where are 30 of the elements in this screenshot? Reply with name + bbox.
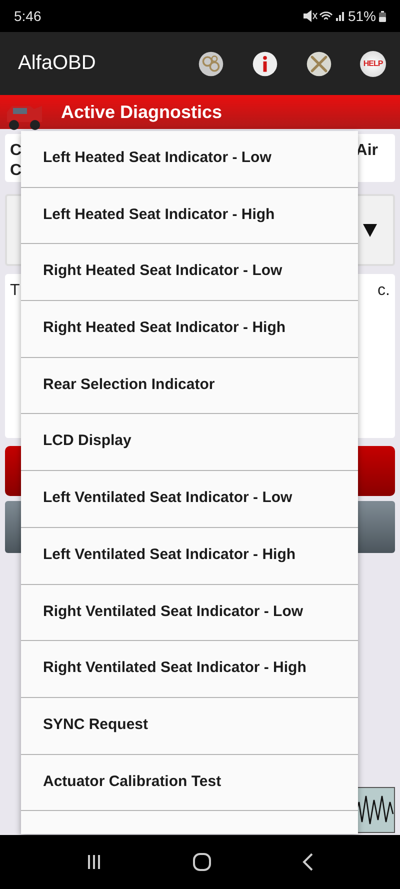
help-button[interactable]: HELP xyxy=(360,50,386,76)
card-text: c. xyxy=(378,282,390,300)
menu-item[interactable]: Left Heated Seat Indicator - Low xyxy=(21,131,358,188)
menu-item[interactable]: Right Ventilated Seat Indicator - Low xyxy=(21,584,358,642)
menu-item[interactable]: Left Ventilated Seat Indicator - High xyxy=(21,528,358,584)
app-title: AlfaOBD xyxy=(18,52,96,75)
card-text: T xyxy=(10,282,20,300)
menu-item[interactable]: Left Ventilated Seat Indicator - Low xyxy=(21,471,358,528)
battery-level: 51% xyxy=(348,8,376,24)
menu-item[interactable]: Right Ventilated Seat Indicator - High xyxy=(21,641,358,698)
menu-item[interactable]: Right Heated Seat Indicator - Low xyxy=(21,244,358,302)
home-icon[interactable] xyxy=(192,853,211,871)
menu-item[interactable]: Left Heated Seat Indicator - High xyxy=(21,188,358,244)
recents-icon[interactable] xyxy=(86,854,102,870)
status-time: 5:46 xyxy=(14,8,42,24)
menu-item[interactable]: SYNC Request xyxy=(21,698,358,755)
info-icon[interactable] xyxy=(252,50,278,76)
menu-item[interactable]: LCD Display xyxy=(21,414,358,472)
battery-icon xyxy=(379,10,386,22)
gears-icon[interactable] xyxy=(198,50,224,76)
header-title: Active Diagnostics xyxy=(61,102,222,122)
card-text: C xyxy=(10,142,22,160)
menu-item[interactable]: Right Heated Seat Indicator - High xyxy=(21,301,358,358)
card-text: C xyxy=(10,162,22,180)
status-icons xyxy=(302,10,345,22)
menu-item[interactable]: Rear Selection Indicator xyxy=(21,358,358,414)
tools-icon[interactable] xyxy=(306,50,332,76)
caret-icon xyxy=(363,223,377,237)
back-icon[interactable] xyxy=(302,853,314,871)
menu-item[interactable]: Actuator Calibration Test xyxy=(21,754,358,812)
